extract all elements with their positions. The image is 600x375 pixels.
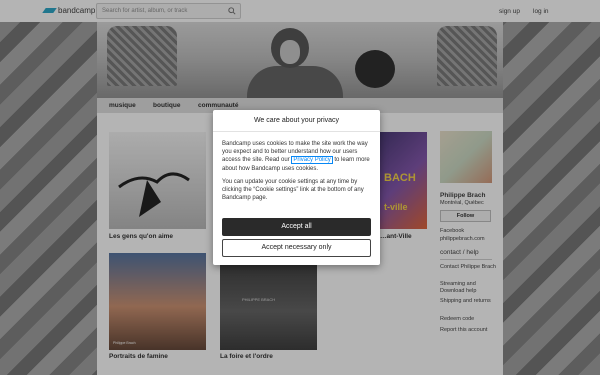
accept-necessary-button[interactable]: Accept necessary only <box>222 239 371 257</box>
modal-title: We care about your privacy <box>213 110 380 132</box>
privacy-policy-link[interactable]: Privacy Policy <box>291 156 333 165</box>
cookie-consent-modal: We care about your privacy Bandcamp uses… <box>213 110 380 265</box>
modal-paragraph-1: Bandcamp uses cookies to make the site w… <box>222 140 372 173</box>
modal-paragraph-2: You can update your cookie settings at a… <box>222 178 364 202</box>
modal-body: Bandcamp uses cookies to make the site w… <box>222 140 372 202</box>
accept-all-button[interactable]: Accept all <box>222 218 371 236</box>
